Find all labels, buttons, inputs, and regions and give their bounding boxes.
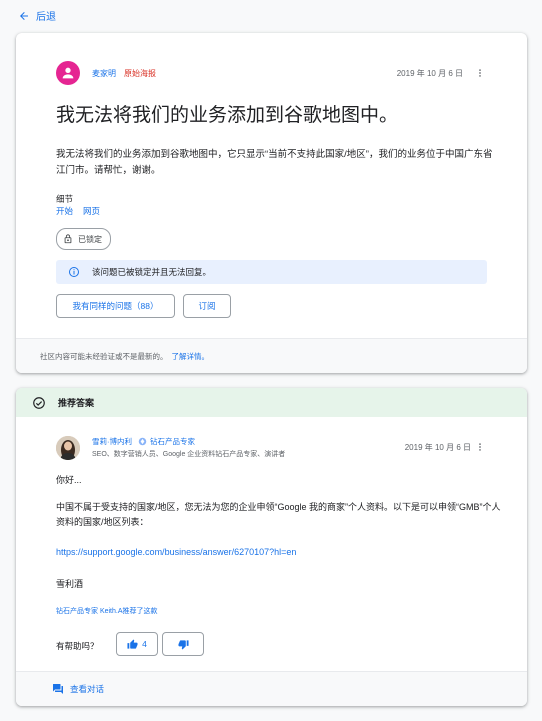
- answer-author-avatar[interactable]: [56, 436, 80, 460]
- recommended-answer-title: 推荐答案: [58, 398, 95, 408]
- upvote-button[interactable]: 4: [116, 632, 158, 656]
- lock-icon: [64, 234, 72, 244]
- same-question-button[interactable]: 我有同样的问题（88）: [56, 294, 175, 318]
- check-circle-icon: [33, 396, 45, 409]
- question-card: 麦家明 原始海报 2019 年 10 月 6 日 我无法将我们的业务添加到谷歌地…: [16, 33, 527, 373]
- subscribe-button[interactable]: 订阅: [183, 294, 231, 318]
- back-label: 后退: [36, 12, 56, 23]
- question-body: 我无法将我们的业务添加到谷歌地图中，它只显示“当前不支持此国家/地区”，我们的业…: [56, 149, 493, 176]
- info-icon: [69, 267, 79, 277]
- recommended-answer-card: 推荐答案 雪莉·博内利 钻石产品专家 SEO、数字营销人员、Google 企业资…: [16, 388, 527, 706]
- arrow-left-icon: [20, 11, 28, 20]
- details-link-web[interactable]: 网页: [83, 205, 100, 217]
- answer-greeting: 你好...: [56, 475, 82, 485]
- answer-author-subtitle: SEO、数字营销人员、Google 企业资料钻石产品专家、演讲者: [92, 451, 286, 458]
- expert-badge[interactable]: 钻石产品专家: [138, 436, 195, 447]
- question-title: 我无法将我们的业务添加到谷歌地图中。: [56, 105, 399, 126]
- locked-chip: 已锁定: [56, 228, 111, 250]
- details-links: 开始 网页: [56, 205, 100, 217]
- answer-author-row: 雪莉·博内利 钻石产品专家: [92, 436, 195, 447]
- question-author-name[interactable]: 麦家明: [92, 68, 116, 79]
- answer-author-name[interactable]: 雪莉·博内利: [92, 436, 132, 447]
- thumb-up-icon: [127, 638, 138, 649]
- answer-more-button[interactable]: [473, 440, 487, 454]
- locked-chip-label: 已锁定: [78, 234, 102, 244]
- locked-notice: 该问题已被锁定并且无法回复。: [56, 260, 487, 284]
- person-photo-icon: [56, 436, 80, 460]
- answer-signature: 雪利酒: [56, 579, 84, 589]
- question-date: 2019 年 10 月 6 日: [396, 68, 463, 78]
- answer-header: 雪莉·博内利 钻石产品专家 SEO、数字营销人员、Google 企业资料钻石产品…: [56, 434, 487, 462]
- more-vert-icon: [479, 443, 481, 451]
- diamond-badge-icon: [138, 437, 147, 446]
- locked-notice-text: 该问题已被锁定并且无法回复。: [92, 267, 212, 277]
- back-link[interactable]: 后退: [18, 8, 56, 23]
- view-conversation-label: 查看对话: [70, 684, 105, 694]
- recommended-answer-header: 推荐答案: [16, 388, 527, 417]
- more-vert-icon: [479, 69, 481, 77]
- answer-date: 2019 年 10 月 6 日: [404, 443, 471, 452]
- question-more-button[interactable]: [473, 66, 487, 80]
- upvote-count: 4: [142, 639, 147, 649]
- answer-paragraph: 中国不属于受支持的国家/地区，您无法为您的企业申领“Google 我的商家”个人…: [56, 502, 501, 527]
- question-author-avatar[interactable]: [56, 61, 80, 85]
- person-icon: [62, 67, 74, 79]
- downvote-button[interactable]: [162, 632, 204, 656]
- answer-link[interactable]: https://support.google.com/business/answ…: [56, 547, 296, 557]
- recommended-by-text: 钻石产品专家 Keith.A推荐了这款: [56, 608, 158, 615]
- thumb-down-icon: [177, 639, 189, 650]
- helpful-label: 有帮助吗？: [56, 641, 99, 651]
- details-link-start[interactable]: 开始: [56, 205, 73, 217]
- community-disclaimer: 社区内容可能未经验证或不是最新的。 了解详情。: [16, 338, 527, 373]
- details-label: 细节: [56, 194, 74, 204]
- disclaimer-text: 社区内容可能未经验证或不是最新的。: [40, 351, 168, 361]
- view-conversation-link[interactable]: 查看对话: [16, 671, 527, 706]
- forum-icon: [53, 684, 63, 694]
- original-poster-badge: 原始海报: [124, 68, 156, 78]
- question-header: 麦家明 原始海报 2019 年 10 月 6 日: [56, 61, 487, 85]
- learn-more-link[interactable]: 了解详情。: [172, 351, 210, 362]
- expert-badge-label: 钻石产品专家: [150, 437, 195, 446]
